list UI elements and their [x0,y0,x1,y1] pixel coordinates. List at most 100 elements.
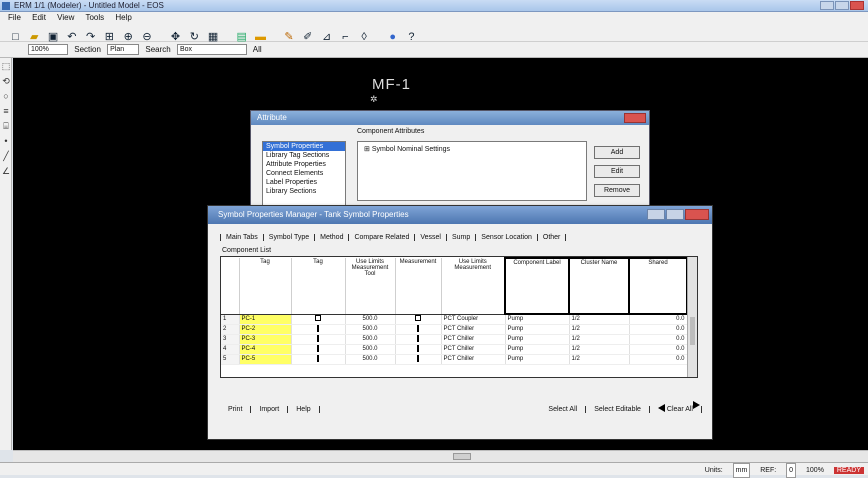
help-button[interactable]: Help [288,406,320,413]
label-cell[interactable]: PCT Chiller [441,334,506,345]
dialog-minimize-button[interactable] [647,209,665,220]
angle-icon[interactable]: ∠ [1,165,11,178]
divider-mark[interactable] [317,324,319,332]
name-cell[interactable]: Pump [505,334,570,345]
label-cell[interactable]: PCT Coupler [441,313,506,325]
column-header[interactable]: Measurement [395,258,442,315]
measurement-cell[interactable]: 500.0 [345,324,396,335]
menu-view[interactable]: View [57,13,74,22]
ref-value[interactable]: 0 [786,463,797,478]
node-label[interactable]: MF-1 [372,76,411,93]
table-row[interactable]: 3 PC-3 500.0 PCT Chiller Pump 1/2 0.0 [221,334,688,345]
value-cell[interactable]: 0.0 [629,324,688,335]
divider-mark[interactable] [417,344,419,352]
remove-button[interactable]: Remove [594,184,640,197]
maximize-button[interactable] [835,1,849,10]
column-header[interactable]: Use Limits Measurement Tool [345,258,396,315]
units-select[interactable]: mm [732,463,751,478]
list-item[interactable]: Library Tag Sections [263,151,345,160]
name-cell[interactable]: Pump [505,354,570,365]
scroll-thumb[interactable] [453,453,471,460]
view-select[interactable]: Plan [107,44,140,56]
edit-button[interactable]: Edit [594,165,640,178]
value-cell[interactable]: 0.0 [629,313,688,325]
shared-cell[interactable]: 1/2 [569,344,630,355]
check-cell[interactable] [291,313,346,325]
select-all-button[interactable]: Select All [540,401,700,413]
expand-icon[interactable]: ⊞ [364,146,370,153]
node-marker-icon[interactable]: ✲ [370,94,378,105]
flag-cell[interactable] [395,334,442,345]
name-cell[interactable]: Pump [505,344,570,355]
tab-compare[interactable]: Compare Related [349,234,416,241]
tab-vessel[interactable]: Vessel [415,234,447,241]
list-item[interactable]: Connect Elements [263,169,345,178]
tab-method[interactable]: Method [315,234,350,241]
measurement-cell[interactable]: 500.0 [345,334,396,345]
select-editable-button[interactable]: Select Editable [586,406,650,413]
flag-cell[interactable] [395,344,442,355]
attribute-dialog-close[interactable] [624,113,646,123]
flag-cell[interactable] [395,313,442,325]
select-icon[interactable]: ⬚ [1,60,11,73]
tab-sensor-location[interactable]: Sensor Location [476,234,538,241]
name-cell[interactable]: Pump [505,313,570,325]
dialog-maximize-button[interactable] [666,209,684,220]
canvas-horizontal-scrollbar[interactable] [13,450,868,462]
filter-all[interactable]: All [253,45,262,54]
list-item[interactable]: Attribute Properties [263,160,345,169]
label-cell[interactable]: PCT Chiller [441,324,506,335]
tag-cell[interactable]: PC-3 [239,334,292,345]
table-row[interactable]: 4 PC-4 500.0 PCT Chiller Pump 1/2 0.0 [221,344,688,355]
label-cell[interactable]: PCT Chiller [441,344,506,355]
measurement-cell[interactable]: 500.0 [345,313,396,325]
divider-mark[interactable] [417,324,419,332]
add-button[interactable]: Add [594,146,640,159]
print-button[interactable]: Print [220,406,252,413]
close-button[interactable] [850,1,864,10]
flag-cell[interactable] [395,324,442,335]
grid-vertical-scrollbar[interactable] [687,257,697,377]
column-header[interactable]: Use Limits Measurement [441,258,506,315]
column-header[interactable]: Component Label [504,257,570,315]
table-row[interactable]: 1 PC-1 500.0 PCT Coupler Pump 1/2 0.0 [221,313,688,325]
column-icon[interactable]: ⌸ [1,120,11,133]
column-header[interactable]: Cluster Name [568,257,630,315]
value-cell[interactable]: 0.0 [629,334,688,345]
tab-sump[interactable]: Sump [446,234,477,241]
tab-symbol-type[interactable]: Symbol Type [263,234,316,241]
checkbox[interactable] [315,315,321,321]
import-button[interactable]: Import [251,406,289,413]
tab-main[interactable]: Main Tabs [220,234,264,241]
menu-tools[interactable]: Tools [85,13,104,22]
checkbox[interactable] [415,315,421,321]
shared-cell[interactable]: 1/2 [569,354,630,365]
tag-cell[interactable]: PC-2 [239,324,292,335]
list-item[interactable]: Label Properties [263,178,345,187]
value-cell[interactable]: 0.0 [629,344,688,355]
label-cell[interactable]: PCT Chiller [441,354,506,365]
zoom-select[interactable]: 100% [28,44,68,56]
shared-cell[interactable]: 1/2 [569,313,630,325]
name-cell[interactable]: Pump [505,324,570,335]
flag-cell[interactable] [395,354,442,365]
list-item[interactable]: Library Sections [263,187,345,196]
column-header[interactable]: Tag [239,258,292,315]
beam-icon[interactable]: ≡ [1,105,11,118]
check-cell[interactable] [291,324,346,335]
table-row[interactable]: 2 PC-2 500.0 PCT Chiller Pump 1/2 0.0 [221,324,688,335]
measurement-cell[interactable]: 500.0 [345,344,396,355]
tree-item[interactable]: Symbol Nominal Settings [372,146,450,153]
point-icon[interactable]: • [1,135,11,148]
shared-cell[interactable]: 1/2 [569,334,630,345]
tag-cell[interactable]: PC-4 [239,344,292,355]
dialog-close-button[interactable] [685,209,709,220]
menu-edit[interactable]: Edit [32,13,46,22]
divider-mark[interactable] [417,334,419,342]
search-select[interactable]: Box [176,44,247,56]
measurement-cell[interactable]: 500.0 [345,354,396,365]
divider-mark[interactable] [317,334,319,342]
table-row[interactable]: 5 PC-5 500.0 PCT Chiller Pump 1/2 0.0 [221,354,688,365]
check-cell[interactable] [291,334,346,345]
column-header[interactable]: Shared [628,257,688,315]
